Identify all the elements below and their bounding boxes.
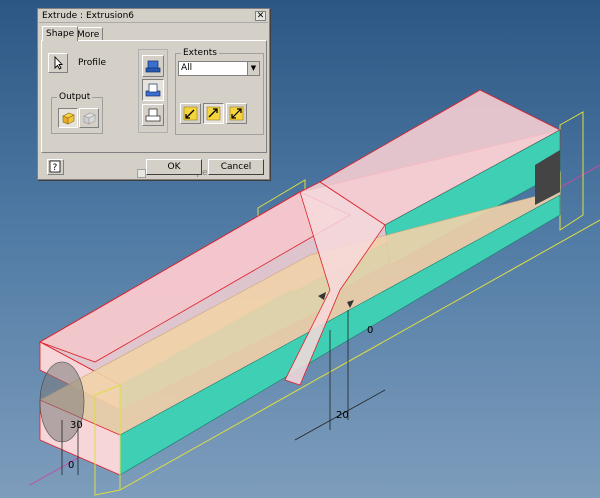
work-plane-right	[559, 111, 584, 231]
cut-icon	[145, 83, 161, 97]
extents-value: All	[181, 63, 193, 73]
cancel-button[interactable]: Cancel	[208, 159, 264, 175]
shape-tab-panel: Profile Output Extents All ▼	[41, 40, 267, 178]
join-icon	[145, 60, 161, 73]
dimension-label-0: 0	[68, 460, 74, 471]
join-button[interactable]	[142, 55, 164, 77]
operation-group	[138, 49, 168, 133]
intersect-button[interactable]	[142, 104, 164, 126]
dialog-titlebar[interactable]: Extrude : Extrusion6 ✕	[39, 10, 268, 23]
match-shape-checkbox[interactable]	[137, 169, 146, 178]
symmetric-icon	[229, 106, 244, 121]
profile-select-button[interactable]	[48, 53, 68, 73]
close-icon[interactable]: ✕	[255, 11, 266, 21]
symmetric-button[interactable]	[226, 103, 247, 124]
dimension-label-axis: 0	[367, 325, 373, 336]
surface-output-button[interactable]	[79, 108, 99, 128]
direction-reverse-icon	[206, 106, 221, 121]
chevron-down-icon[interactable]: ▼	[247, 62, 259, 75]
arrow-cursor-icon	[54, 55, 64, 70]
direction-2-button[interactable]	[203, 103, 224, 124]
cut-button[interactable]	[142, 79, 164, 101]
svg-text:?: ?	[53, 163, 58, 173]
solid-cube-icon	[62, 112, 75, 125]
dimension-label-20[interactable]: 20	[336, 410, 349, 421]
output-group-label: Output	[57, 91, 93, 103]
extrude-dialog: Extrude : Extrusion6 ✕ Shape More Profil…	[37, 8, 270, 180]
direction-arrow-icon	[183, 106, 198, 121]
profile-label: Profile	[78, 58, 106, 68]
help-button[interactable]: ?	[47, 159, 64, 175]
extents-group-label: Extents	[181, 47, 220, 59]
direction-1-button[interactable]	[180, 103, 201, 124]
intersect-icon	[145, 108, 161, 122]
solid-output-button[interactable]	[58, 108, 78, 128]
extents-dropdown[interactable]: All ▼	[178, 61, 260, 76]
tab-shape[interactable]: Shape	[42, 26, 79, 41]
dimension-label-30[interactable]: 30	[70, 420, 83, 431]
ok-button[interactable]: OK	[146, 159, 202, 175]
output-group: Output	[51, 91, 103, 134]
surface-icon	[83, 112, 96, 125]
dialog-title: Extrude : Extrusion6	[42, 11, 135, 21]
help-icon: ?	[49, 160, 61, 173]
